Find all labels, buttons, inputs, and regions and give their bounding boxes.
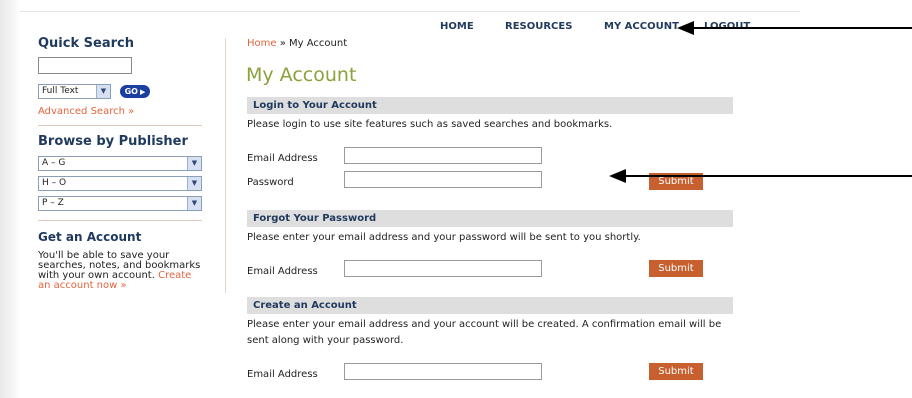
login-email-label: Email Address — [247, 153, 318, 164]
page-title: My Account — [246, 64, 357, 86]
sidebar-vertical-divider — [225, 38, 226, 293]
left-edge-shading — [0, 0, 20, 398]
play-icon: ▶ — [139, 88, 146, 96]
sidebar-divider — [38, 125, 202, 126]
annotation-arrow-line — [694, 27, 912, 29]
forgot-section-heading: Forgot Your Password — [247, 210, 733, 227]
nav-resources[interactable]: RESOURCES — [505, 21, 572, 32]
quick-search-heading: Quick Search — [38, 36, 134, 51]
search-mode-select[interactable]: Full Text ▼ — [38, 84, 111, 99]
publisher-range-select-2[interactable]: H – O ▼ — [38, 176, 202, 191]
nav-home[interactable]: HOME — [440, 21, 474, 32]
sidebar-divider — [38, 220, 202, 221]
browse-publisher-heading: Browse by Publisher — [38, 134, 188, 149]
forgot-email-field[interactable] — [344, 260, 542, 277]
chevron-down-icon: ▼ — [187, 197, 201, 210]
chevron-down-icon: ▼ — [187, 177, 201, 190]
create-description: Please enter your email address and your… — [247, 319, 722, 346]
top-divider — [20, 11, 800, 12]
go-button[interactable]: GO ▶ — [120, 85, 150, 98]
create-email-label: Email Address — [247, 369, 318, 380]
breadcrumb-separator: » — [276, 38, 290, 49]
forgot-submit-button[interactable]: Submit — [649, 260, 703, 277]
publisher-range-value: A – G — [42, 158, 66, 168]
get-account-heading: Get an Account — [38, 230, 142, 244]
forgot-description: Please enter your email address and your… — [247, 232, 641, 243]
forgot-email-label: Email Address — [247, 266, 318, 277]
login-email-field[interactable] — [344, 147, 542, 164]
arrow-left-icon — [677, 21, 694, 35]
nav-my-account[interactable]: MY ACCOUNT — [604, 21, 679, 32]
annotation-arrow-line — [626, 175, 912, 177]
go-label: GO — [124, 87, 138, 96]
login-password-field[interactable] — [344, 171, 542, 188]
arrow-left-icon — [609, 169, 626, 183]
publisher-range-value: P – Z — [42, 198, 64, 208]
breadcrumb-home-link[interactable]: Home — [247, 38, 277, 49]
publisher-range-select-3[interactable]: P – Z ▼ — [38, 196, 202, 211]
chevron-down-icon: ▼ — [187, 157, 201, 170]
login-password-label: Password — [247, 177, 294, 188]
create-submit-button[interactable]: Submit — [649, 363, 703, 380]
publisher-range-value: H – O — [42, 178, 67, 188]
create-section-heading: Create an Account — [247, 297, 733, 314]
create-email-field[interactable] — [344, 363, 542, 380]
breadcrumb-current: My Account — [289, 38, 348, 49]
advanced-search-link[interactable]: Advanced Search » — [38, 106, 134, 117]
get-account-text: You'll be able to save your searches, no… — [38, 251, 206, 291]
quick-search-input[interactable] — [38, 57, 132, 74]
chevron-down-icon: ▼ — [96, 85, 110, 98]
search-mode-value: Full Text — [42, 86, 79, 96]
login-description: Please login to use site features such a… — [247, 119, 613, 130]
breadcrumb: Home » My Account — [247, 38, 347, 49]
login-section-heading: Login to Your Account — [247, 97, 733, 114]
publisher-range-select-1[interactable]: A – G ▼ — [38, 156, 202, 171]
